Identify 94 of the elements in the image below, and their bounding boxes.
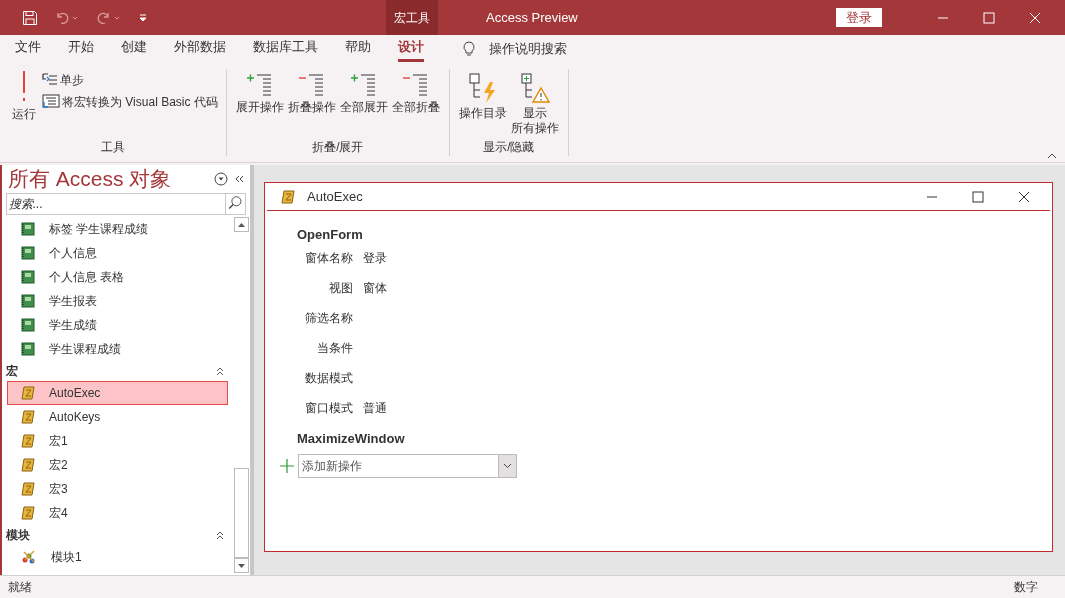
- search-field[interactable]: 搜索...: [6, 193, 226, 215]
- nav-group-header[interactable]: 宏: [6, 362, 215, 380]
- ribbon-group-label: 折叠/展开: [311, 139, 365, 156]
- ribbon-button[interactable]: 展开操作: [234, 69, 285, 115]
- argument-label: 视图: [328, 279, 353, 297]
- collapse-group-icon[interactable]: [215, 366, 225, 376]
- argument-label: 当条件: [316, 339, 353, 357]
- argument-label: 数据模式: [304, 369, 353, 387]
- nav-item[interactable]: 学生成绩: [7, 313, 228, 337]
- argument-value[interactable]: 窗体: [363, 278, 387, 297]
- scroll-down-button[interactable]: [234, 558, 249, 573]
- scroll-icon: [21, 482, 35, 496]
- argument-label: 窗体名称: [304, 249, 353, 267]
- search-icon[interactable]: [226, 193, 246, 215]
- module-icon: [21, 549, 37, 565]
- status-text: 就绪: [8, 579, 32, 596]
- menu-tab[interactable]: 数据库工具: [253, 36, 318, 62]
- scroll-icon: [21, 410, 35, 424]
- nav-group-header[interactable]: 模块: [6, 526, 215, 544]
- window-title: Access Preview: [486, 8, 578, 27]
- catalog-icon: [467, 72, 498, 104]
- lightbulb-icon: [462, 41, 476, 57]
- up-arrow-icon: [238, 222, 245, 227]
- scrollbar[interactable]: [233, 217, 250, 575]
- argument-label: 筛选名称: [304, 309, 353, 327]
- menu-tab[interactable]: 设计: [398, 36, 424, 62]
- scroll-thumb[interactable]: [234, 468, 249, 558]
- report-icon: [21, 294, 35, 308]
- convert-icon: [42, 94, 60, 110]
- tell-me-search[interactable]: 操作说明搜索: [489, 39, 567, 59]
- contextual-tab[interactable]: 宏工具: [386, 0, 438, 35]
- nav-item[interactable]: 个人信息 表格: [7, 265, 228, 289]
- ribbon-button[interactable]: 操作目录: [457, 69, 508, 121]
- nav-item[interactable]: 宏4: [7, 501, 228, 525]
- ribbon-button[interactable]: 折叠操作: [286, 69, 337, 115]
- single-step-button[interactable]: 单步: [42, 71, 218, 89]
- report-icon: [21, 246, 35, 260]
- sign-in-button[interactable]: 登录: [836, 8, 882, 27]
- nav-item[interactable]: 个人信息: [7, 241, 228, 265]
- document-title: AutoExec: [307, 187, 363, 206]
- nav-item[interactable]: 模块1: [7, 545, 228, 569]
- num-lock-indicator: 数字: [1014, 579, 1038, 596]
- nav-item[interactable]: 学生课程成绩: [7, 337, 228, 361]
- report-icon: [21, 270, 35, 284]
- menu-tab[interactable]: 文件: [15, 36, 41, 62]
- scroll-up-button[interactable]: [234, 217, 249, 232]
- nav-item[interactable]: AutoExec: [7, 381, 228, 405]
- action-name[interactable]: OpenForm: [297, 225, 1052, 245]
- redo-icon[interactable]: [96, 10, 122, 25]
- report-icon: [21, 222, 35, 236]
- action-name[interactable]: MaximizeWindow: [297, 428, 1052, 448]
- scroll-icon: [21, 386, 35, 400]
- report-icon: [21, 342, 35, 356]
- save-icon[interactable]: [22, 9, 38, 26]
- down-arrow-icon: [238, 563, 245, 568]
- scroll-icon: [21, 458, 35, 472]
- ribbon-button[interactable]: 显示 所有操作: [509, 69, 560, 136]
- chevron-down-icon: [503, 463, 512, 469]
- step-icon: [42, 73, 58, 87]
- pane-title: 所有 Access 对象: [8, 166, 173, 193]
- convert-button[interactable]: 将宏转换为 Visual Basic 代码: [42, 93, 218, 111]
- argument-label: 窗口模式: [304, 399, 353, 417]
- nav-item[interactable]: 学生报表: [7, 289, 228, 313]
- nav-item[interactable]: AutoKeys: [7, 405, 228, 429]
- scroll-icon: [281, 189, 295, 204]
- scroll-icon: [21, 434, 35, 448]
- report-icon: [21, 318, 35, 332]
- show-all-icon: [519, 72, 550, 104]
- ribbon-button[interactable]: 全部展开: [338, 69, 389, 115]
- menu-tab[interactable]: 外部数据: [174, 36, 226, 62]
- argument-value[interactable]: 普通: [363, 398, 387, 417]
- scroll-icon: [21, 506, 35, 520]
- menu-tab[interactable]: 创建: [121, 36, 147, 62]
- run-button[interactable]: 运行: [8, 69, 40, 123]
- collapse-ribbon-icon[interactable]: [1047, 152, 1057, 160]
- ribbon-group-label: 显示/隐藏: [482, 139, 536, 156]
- ribbon-button[interactable]: 全部折叠: [390, 69, 441, 115]
- maximize-icon[interactable]: [972, 190, 984, 203]
- dropdown-circle-icon[interactable]: [214, 172, 228, 186]
- argument-value[interactable]: 登录: [363, 248, 387, 267]
- close-icon[interactable]: [1018, 190, 1030, 203]
- undo-icon[interactable]: [54, 10, 80, 25]
- nav-item[interactable]: 标签 学生课程成绩: [7, 217, 228, 241]
- collapse-pane-icon[interactable]: [234, 174, 244, 184]
- menu-tab[interactable]: 帮助: [345, 36, 371, 62]
- ribbon-group-label: 工具: [99, 139, 126, 156]
- add-action-field[interactable]: 添加新操作: [298, 454, 499, 478]
- collapse-group-icon[interactable]: [215, 530, 225, 540]
- nav-item[interactable]: 宏1: [7, 429, 228, 453]
- customize-icon[interactable]: [138, 12, 148, 23]
- nav-item[interactable]: 宏3: [7, 477, 228, 501]
- nav-item[interactable]: 宏2: [7, 453, 228, 477]
- menu-tab[interactable]: 开始: [68, 36, 94, 62]
- exclamation-icon: [20, 71, 28, 103]
